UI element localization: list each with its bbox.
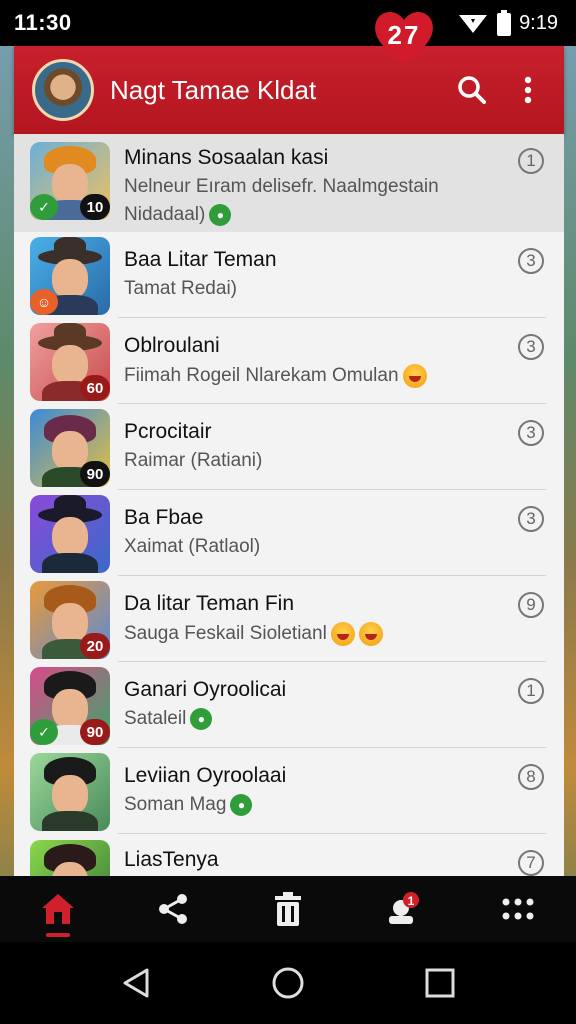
contact-preview: Raimar (Ratiani): [124, 450, 263, 471]
contact-avatar: 20: [30, 581, 110, 659]
apps-grid-icon: [502, 898, 534, 920]
avatar-badge: 60: [80, 375, 110, 401]
more-options-button[interactable]: [508, 70, 548, 110]
status-time: 11:30: [14, 10, 72, 35]
unread-count: 9: [518, 592, 544, 618]
contact-avatar: [30, 495, 110, 573]
contact-name: Da litar Teman Fin: [124, 592, 295, 615]
avatar-badge: 10: [80, 194, 110, 220]
avatar-badge: 20: [80, 633, 110, 659]
contact-list[interactable]: ✓ 10 Minans Sosaalan kasi Nelneur Eıram …: [14, 134, 564, 876]
back-icon[interactable]: [119, 966, 153, 1000]
contact-name: Ba Fbae: [124, 506, 204, 529]
list-item[interactable]: 60 Oblroulani Fiimah Rogeil Nlarekam Omu…: [14, 318, 564, 404]
alerts-icon: 1: [389, 892, 420, 924]
contact-preview-line2: Nidadaal): [124, 204, 206, 225]
avatar-badge: 90: [80, 719, 110, 745]
search-icon: [458, 76, 486, 104]
alerts-badge-count: 1: [408, 894, 415, 908]
status-indicators: 9:19: [457, 10, 558, 36]
list-item[interactable]: 20 Da litar Teman Fin Sauga Feskail Siol…: [14, 576, 564, 662]
contact-preview: Fiimah Rogeil Nlarekam Omulan: [124, 365, 399, 386]
contact-name: Baa Litar Teman: [124, 248, 277, 271]
orange-emoji-icon: ☺: [30, 289, 58, 315]
avatar-badge: 90: [80, 461, 110, 487]
nav-share[interactable]: [143, 879, 203, 939]
contact-name: LiasTenya: [124, 848, 219, 871]
contact-avatar: ✓ 10: [30, 142, 110, 220]
laugh-emoji-icon: [358, 622, 383, 646]
nav-apps[interactable]: [488, 879, 548, 939]
contact-name: Ganari Oyroolicai: [124, 678, 287, 701]
recents-icon[interactable]: [423, 966, 457, 1000]
unread-count: 7: [518, 850, 544, 876]
unread-count: 3: [518, 248, 544, 274]
share-icon: [158, 894, 187, 924]
contact-name: Pcrocitair: [124, 420, 212, 443]
smile-emoji-icon: [402, 364, 427, 388]
home-circle-icon[interactable]: [271, 966, 305, 1000]
smile-emoji-icon: [330, 622, 355, 646]
unread-count: 1: [518, 678, 544, 704]
contact-preview: Sauga Feskail Sioletianl: [124, 623, 327, 644]
status-clock-secondary: 9:19: [519, 11, 558, 34]
notification-count: 27: [387, 20, 421, 50]
home-icon: [41, 894, 74, 924]
notification-heart-badge[interactable]: 27: [372, 8, 436, 66]
contact-preview: Soman Mag: [124, 794, 227, 815]
contact-avatar: 60: [30, 323, 110, 401]
chat-bubble-icon: ●: [209, 204, 232, 226]
chat-icon: ✓: [30, 194, 58, 220]
contact-preview: Xaimat (Ratlaol): [124, 536, 261, 557]
list-item[interactable]: ✓ 90 Ganari Oyroolicai Sataleil ● 1: [14, 662, 564, 748]
contact-preview: Sataleil: [124, 708, 187, 729]
list-item[interactable]: Ba Fbae Xaimat (Ratlaol) 3: [14, 490, 564, 576]
app-title: Nagt Tamae Kldat: [110, 74, 317, 105]
list-item[interactable]: ✓ 10 Minans Sosaalan kasi Nelneur Eıram …: [14, 134, 564, 232]
bottom-navigation: 1: [0, 876, 576, 942]
contact-avatar: ✓ 90: [30, 667, 110, 745]
search-button[interactable]: [452, 70, 492, 110]
contact-avatar: ☺: [30, 237, 110, 315]
contact-avatar: [30, 753, 110, 831]
chat-icon: ✓: [30, 719, 58, 745]
list-item[interactable]: LiasTenya 7: [14, 834, 564, 876]
app-bar: Nagt Tamae Kldat: [14, 46, 564, 134]
contact-avatar: 90: [30, 409, 110, 487]
wifi-icon: [459, 15, 488, 33]
nav-active-indicator: [45, 933, 70, 937]
nav-alerts[interactable]: 1: [373, 879, 433, 939]
list-item[interactable]: 90 Pcrocitair Raimar (Ratiani) 3: [14, 404, 564, 490]
more-vert-icon: [524, 76, 532, 104]
contact-preview: Nelneur Eıram delisefr. Naalmgestain: [124, 176, 439, 197]
unread-count: 3: [518, 420, 544, 446]
trash-icon: [274, 892, 301, 926]
chat-bubble-icon: ●: [190, 708, 213, 730]
unread-count: 1: [518, 148, 544, 174]
list-item[interactable]: ☺ Baa Litar Teman Tamat Redai) 3: [14, 232, 564, 318]
contact-preview: Tamat Redai): [124, 278, 237, 299]
system-navigation: [0, 942, 576, 1024]
contact-name: Oblroulani: [124, 334, 220, 357]
contact-name: Minans Sosaalan kasi: [124, 146, 329, 169]
nav-trash[interactable]: [258, 879, 318, 939]
unread-count: 3: [518, 506, 544, 532]
contact-avatar: [30, 840, 110, 876]
battery-icon: [497, 10, 512, 36]
status-bar: 11:30 9:19: [0, 0, 576, 46]
list-item[interactable]: Leviian Oyroolaai Soman Mag ● 8: [14, 748, 564, 834]
chat-bubble-icon: ●: [230, 794, 253, 816]
contact-name: Leviian Oyroolaai: [124, 764, 287, 787]
profile-avatar[interactable]: [32, 59, 94, 121]
nav-home[interactable]: [28, 879, 88, 939]
unread-count: 3: [518, 334, 544, 360]
unread-count: 8: [518, 764, 544, 790]
